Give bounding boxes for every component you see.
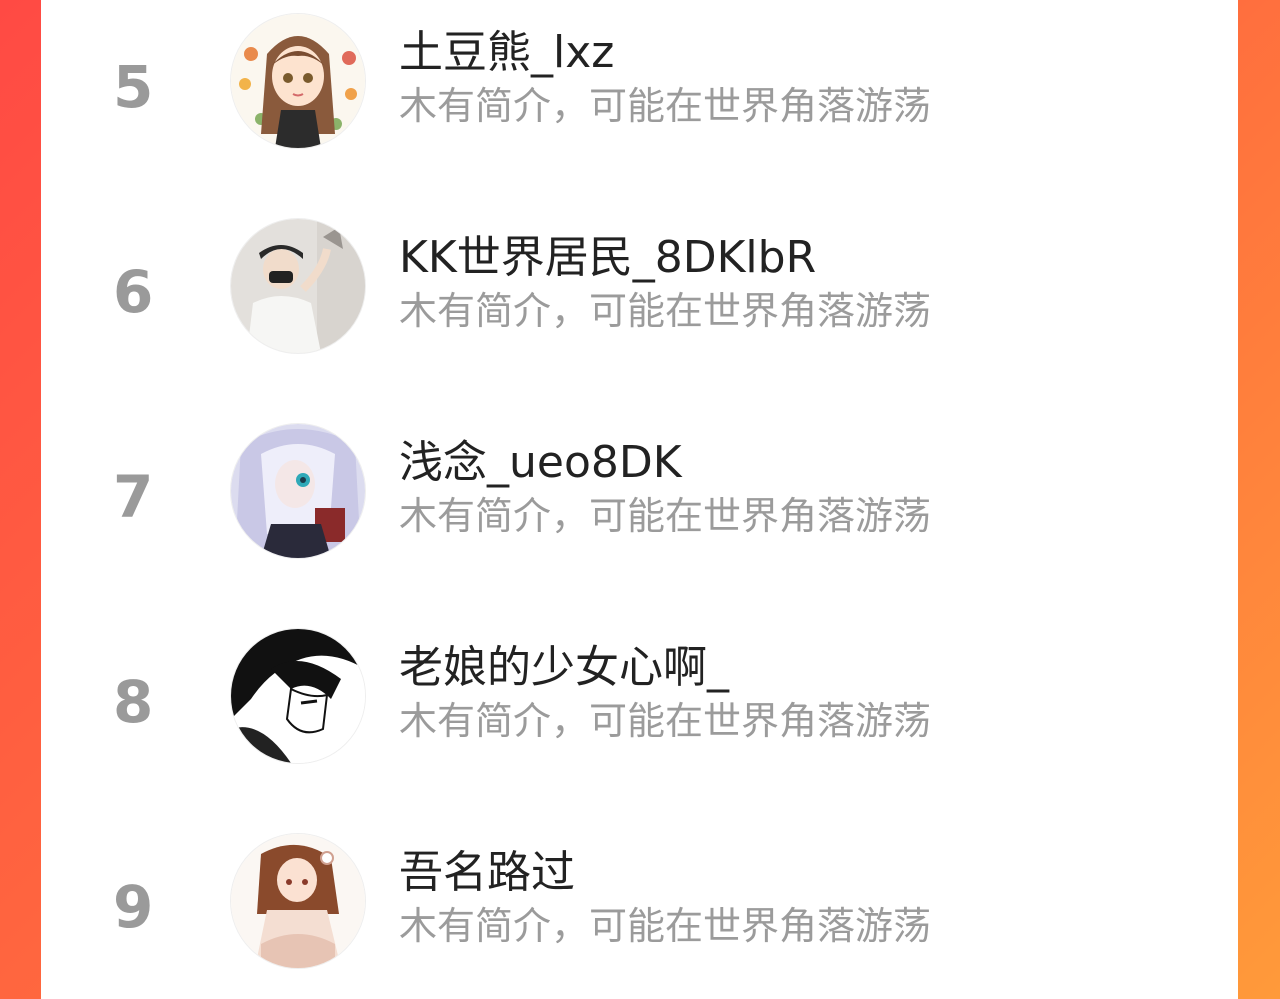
user-bio: 木有简介，可能在世界角落游荡	[399, 904, 932, 948]
rank-number: 7	[113, 463, 154, 531]
user-bio: 木有简介，可能在世界角落游荡	[399, 494, 932, 538]
user-name[interactable]: KK世界居民_8DKlbR	[399, 236, 816, 280]
user-bio: 木有简介，可能在世界角落游荡	[399, 84, 932, 128]
ranking-list: 5 土豆熊_lxz 木有简介，可能在世界角落游荡 6 KK世界居民_8DKlbR…	[41, 0, 1238, 999]
avatar-masked-man-icon[interactable]	[230, 218, 366, 354]
avatar-silver-hair-anime-icon[interactable]	[230, 423, 366, 559]
user-name[interactable]: 老娘的少女心啊_	[399, 646, 729, 690]
rank-number: 8	[113, 668, 154, 736]
user-bio: 木有简介，可能在世界角落游荡	[399, 699, 932, 743]
list-item[interactable]: 5 土豆熊_lxz 木有简介，可能在世界角落游荡	[41, 13, 1238, 153]
list-item[interactable]: 7 浅念_ueo8DK 木有简介，可能在世界角落游荡	[41, 423, 1238, 563]
user-name[interactable]: 吾名路过	[399, 851, 575, 895]
avatar-anime-girl-flowers-icon[interactable]	[230, 13, 366, 149]
rank-number: 9	[113, 873, 154, 941]
list-item[interactable]: 6 KK世界居民_8DKlbR 木有简介，可能在世界角落游荡	[41, 218, 1238, 358]
user-name[interactable]: 土豆熊_lxz	[399, 31, 614, 75]
avatar-manga-boy-icon[interactable]	[230, 628, 366, 764]
user-bio: 木有简介，可能在世界角落游荡	[399, 289, 932, 333]
rank-number: 6	[113, 258, 154, 326]
avatar-anime-girl-sitting-icon[interactable]	[230, 833, 366, 969]
list-item[interactable]: 9 吾名路过 木有简介，可能在世界角落游荡	[41, 833, 1238, 973]
rank-number: 5	[113, 53, 154, 121]
list-item[interactable]: 8 老娘的少女心啊_ 木有简介，可能在世界角落游荡	[41, 628, 1238, 768]
user-name[interactable]: 浅念_ueo8DK	[399, 441, 682, 485]
